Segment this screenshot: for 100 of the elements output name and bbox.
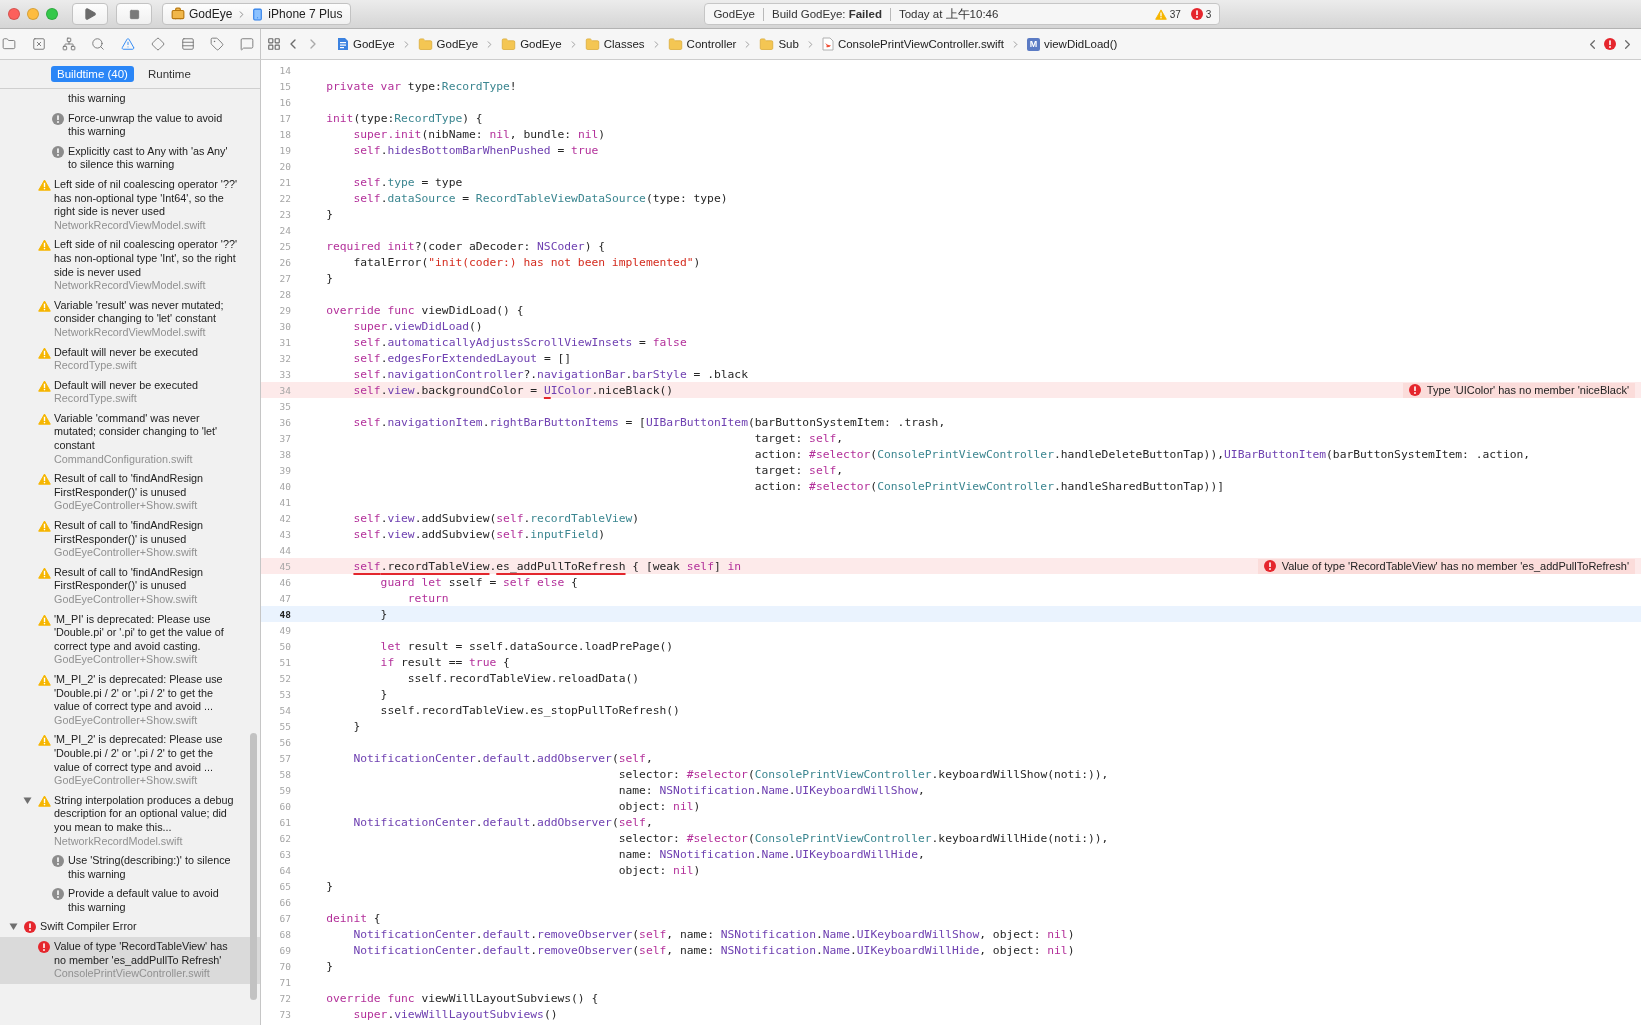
issue-category[interactable]: Swift Compiler Error (40, 920, 238, 935)
error-annotation[interactable]: Type 'UIColor' has no member 'niceBlack' (1402, 382, 1635, 398)
breadcrumb-item[interactable]: M viewDidLoad() (1024, 37, 1120, 51)
list-icon (180, 37, 195, 51)
warning-count[interactable]: 37 (1169, 8, 1181, 20)
file-name: GodEyeController+Show.swift (54, 774, 199, 788)
code-line: self.edgesForExtendedLayout = [] (352, 351, 572, 365)
run-button[interactable] (72, 3, 108, 25)
close-button[interactable] (8, 8, 20, 20)
warning-icon (37, 299, 51, 312)
filter-tab[interactable]: Runtime (141, 66, 197, 82)
file-name: NetworkRecordViewModel.swift (54, 279, 207, 293)
line-number: 59 (278, 784, 292, 796)
warning-icon (37, 379, 51, 392)
issue-message[interactable]: Value of type 'RecordTableView' has no member 'es_addPullTo Refresh' (54, 940, 238, 968)
code-line: if result == true { (379, 655, 510, 669)
issue-message[interactable]: Left side of nil coalescing operator '??' has non-optional type 'Int', so the right side is never used (54, 238, 238, 280)
navigator-tab[interactable] (208, 35, 227, 53)
issue-message[interactable]: this warning (68, 92, 238, 106)
breadcrumb-item[interactable]: Controller (665, 36, 739, 52)
line-number: 32 (278, 352, 292, 364)
scrollbar-thumb[interactable] (250, 733, 257, 1000)
folder-icon (501, 36, 517, 52)
filter-tab[interactable]: Buildtime (40) (51, 66, 134, 82)
info-icon (52, 112, 64, 125)
issue-message[interactable]: Left side of nil coalescing operator '??' has non-optional type 'Int64', so the right side is never used (54, 177, 238, 219)
code-line: super.init(nibName: nil, bundle: nil) (352, 127, 606, 141)
navigator-tab[interactable] (119, 35, 137, 53)
error-icon (38, 941, 50, 954)
code-line: selector: #selector(ConsolePrintViewController.keyboardWillHide(noti:)), (617, 831, 1109, 845)
issue-message[interactable]: Default will never be executed (54, 345, 238, 360)
file-name: GodEyeController+Show.swift (54, 546, 199, 560)
line-number: 23 (278, 208, 292, 220)
line-number: 62 (278, 832, 292, 844)
warning-icon (37, 734, 51, 747)
line-number: 43 (278, 528, 292, 540)
warning-icon (37, 613, 51, 626)
issue-message[interactable]: 'M_PI' is deprecated: Please use 'Double.pi' or '.pi' to get the value of correct type and avoid casting. (54, 612, 238, 654)
line-number: 24 (278, 224, 292, 236)
code-line: object: nil) (617, 799, 701, 813)
line-number: 48 (278, 608, 292, 620)
selected-issue[interactable]: Value of type 'RecordTableView' has no member 'es_addPullTo Refresh' ConsolePrintViewController.swift (0, 937, 260, 984)
stop-button[interactable] (116, 3, 152, 25)
file-name: GodEyeController+Show.swift (54, 713, 199, 728)
issue-message[interactable]: Variable 'command' was never mutated; consider changing to 'let' constant (54, 411, 238, 453)
code-line: selector: #selector(ConsolePrintViewController.keyboardWillShow(noti:)), (617, 767, 1109, 781)
issue-message[interactable]: 'M_PI_2' is deprecated: Please use 'Double.pi / 2' or '.pi / 2' to get the value of correct type and avoid ... (54, 672, 238, 714)
issue-message[interactable]: Force-unwrap the value to avoid this warning (68, 111, 238, 139)
breadcrumb-item[interactable]: ConsolePrintViewController.swift (819, 37, 1006, 51)
issue-message[interactable]: String interpolation produces a debug description for an optional value; did you mean to make this... (54, 793, 238, 835)
issue-message[interactable]: Explicitly cast to Any with 'as Any' to silence this warning (68, 144, 238, 172)
line-number: 55 (278, 720, 292, 732)
code-line: self.view.addSubview(self.inputField) (352, 527, 606, 541)
disclosure-triangle[interactable] (8, 922, 18, 932)
line-number: 68 (278, 928, 292, 940)
line-number: 40 (278, 480, 292, 492)
line-number: 70 (278, 960, 292, 972)
line-number: 34 (278, 384, 292, 396)
error-icon (1263, 560, 1276, 572)
code-line: override func viewWillLayoutSubviews() { (325, 991, 599, 1005)
issue-message[interactable]: Result of call to 'findAndResign FirstResponder()' is unused (54, 565, 238, 593)
method-badge: M (1026, 37, 1040, 51)
error-annotation[interactable]: Value of type 'RecordTableView' has no member 'es_addPullToRefresh' (1257, 558, 1635, 574)
line-number: 15 (278, 80, 292, 92)
scheme-selector[interactable]: GodEye iPhone 7 Plus (162, 3, 352, 25)
breadcrumb-item[interactable]: Sub (757, 36, 801, 52)
issue-message[interactable]: Result of call to 'findAndResign FirstResponder()' is unused (54, 519, 238, 547)
breadcrumb-item[interactable]: GodEye (415, 36, 481, 52)
line-number: 73 (278, 1008, 292, 1020)
grid-button[interactable] (267, 37, 281, 51)
code-line: target: self, (753, 463, 844, 477)
line-number: 42 (278, 512, 292, 524)
issue-message[interactable]: Use 'String(describing:)' to silence this warning (68, 854, 238, 882)
issue-message[interactable]: Default will never be executed (54, 378, 238, 393)
code-line: super.viewDidLoad() (352, 319, 483, 333)
line-number: 46 (278, 576, 292, 588)
scheme-button[interactable]: GodEye (169, 7, 235, 21)
code-line: NotificationCenter.default.addObserver(self, (352, 751, 653, 765)
issue-message[interactable]: Variable 'result' was never mutated; consider changing to 'let' constant (54, 298, 238, 326)
info-icon (52, 888, 64, 901)
breadcrumb-item[interactable]: Classes (582, 36, 647, 52)
breadcrumb-item[interactable]: GodEye (499, 36, 564, 52)
error-count[interactable]: 3 (1205, 8, 1212, 20)
warning-icon (37, 239, 51, 252)
folder-icon (2, 37, 16, 51)
issue-message[interactable]: Result of call to 'findAndResign FirstResponder()' is unused (54, 472, 238, 500)
issue-message[interactable]: Provide a default value to avoid this warning (68, 887, 238, 915)
minimize-button[interactable] (27, 8, 39, 20)
navigator-tab[interactable] (238, 35, 256, 53)
zoom-button[interactable] (46, 8, 58, 20)
warning-icon (37, 178, 51, 191)
folder-icon (667, 36, 683, 52)
code-line: } (379, 607, 388, 621)
breadcrumb-item[interactable]: GodEye (335, 37, 397, 51)
destination-button[interactable]: iPhone 7 Plus (249, 7, 345, 21)
warning-icon (121, 37, 135, 51)
disclosure-triangle[interactable] (22, 795, 32, 805)
issue-message[interactable]: 'M_PI_2' is deprecated: Please use 'Double.pi / 2' or '.pi / 2' to get the value of correct type and avoid ... (54, 733, 238, 775)
code-line: sself.recordTableView.reloadData() (406, 671, 640, 685)
warning-icon (37, 473, 51, 486)
